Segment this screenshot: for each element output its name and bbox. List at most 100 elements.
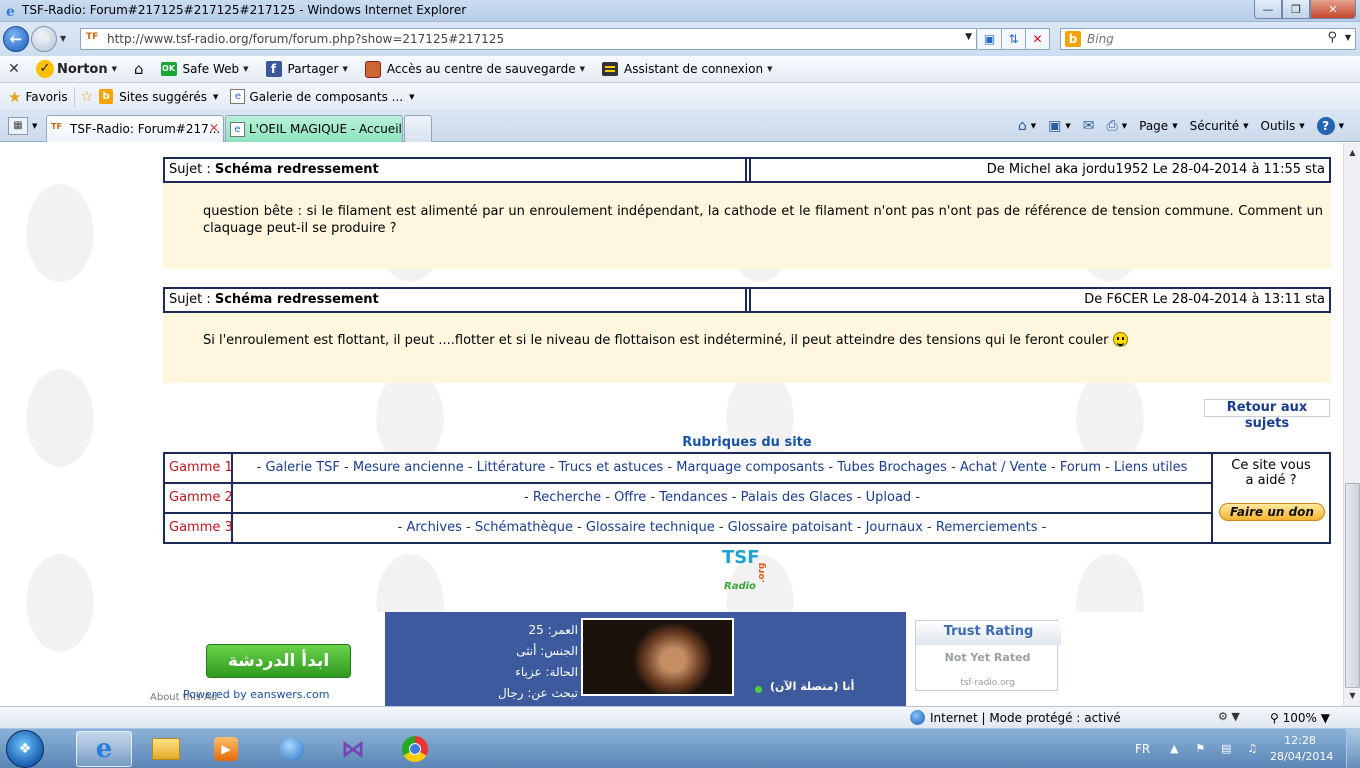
taskbar-chrome-button[interactable]	[387, 731, 443, 767]
post-body: Si l'enroulement est flottant, il peut .…	[203, 332, 1323, 349]
start-chat-button[interactable]: ابدأ الدردشة	[206, 644, 351, 678]
link-upload[interactable]: Upload	[866, 490, 912, 505]
bing-icon: b	[1065, 31, 1081, 47]
link-forum[interactable]: Forum	[1060, 460, 1101, 475]
vertical-scrollbar[interactable]: ▲ ▼	[1343, 143, 1360, 706]
address-url[interactable]: http://www.tsf-radio.org/forum/forum.php…	[107, 32, 504, 46]
powered-by-link[interactable]: Powered by eanswers.com	[183, 688, 329, 701]
maximize-button[interactable]: ❐	[1282, 0, 1310, 19]
language-indicator[interactable]: FR	[1135, 742, 1150, 756]
scroll-up-icon[interactable]: ▲	[1345, 145, 1360, 161]
security-menu[interactable]: Sécurité ▼	[1190, 119, 1249, 133]
tab-tsf-radio-forum[interactable]: TF TSF-Radio: Forum#217... ✕	[46, 115, 224, 142]
start-button[interactable]: ❖	[6, 730, 44, 768]
link-marquage-composants[interactable]: Marquage composants	[676, 460, 824, 475]
windows-taskbar: ❖ e ▶ ⋈ FR ▲ ⚑ ▤ ♫ 12:28 28/04/2014	[0, 728, 1360, 768]
network-icon	[280, 737, 304, 761]
ad-profile-panel[interactable]: العمر: 25 الجنس: أنثى الحالة: عزباء تبحث…	[385, 612, 906, 706]
address-bar[interactable]: TF http://www.tsf-radio.org/forum/forum.…	[80, 28, 977, 50]
stop-button[interactable]: ✕	[1026, 28, 1050, 50]
system-clock[interactable]: 12:28 28/04/2014	[1270, 733, 1333, 765]
action-center-icon[interactable]: ⚑	[1192, 742, 1208, 756]
new-tab-button[interactable]	[404, 115, 432, 142]
backup-center-menu[interactable]: Accès au centre de sauvegarde ▼	[357, 56, 594, 83]
donate-button[interactable]: Faire un don	[1219, 503, 1325, 521]
favorites-star-icon: ★	[8, 87, 22, 106]
share-menu[interactable]: f Partager ▼	[258, 56, 357, 83]
mail-button[interactable]: ✉	[1083, 118, 1095, 134]
compatibility-view-button[interactable]: ▣	[978, 28, 1002, 50]
add-favorite-icon[interactable]: ☆	[81, 89, 94, 105]
taskbar-media-player-button[interactable]: ▶	[198, 731, 254, 767]
donation-cell: Ce site vous a aidé ? Faire un don	[1211, 454, 1329, 542]
components-gallery-link[interactable]: Galerie de composants ...	[249, 90, 403, 104]
safe-web-menu[interactable]: OK Safe Web ▼	[153, 56, 258, 83]
norton-menu[interactable]: ✓ Norton ▼	[28, 56, 126, 83]
zoom-level[interactable]: ⚲ 100% ▼	[1270, 711, 1330, 725]
login-assistant-menu[interactable]: Assistant de connexion ▼	[594, 56, 781, 83]
link-schematheque[interactable]: Schémathèque	[475, 520, 573, 535]
close-toolbar-icon[interactable]: ✕	[0, 61, 28, 77]
print-menu[interactable]: ⎙ ▼	[1107, 118, 1128, 134]
taskbar-ie-button[interactable]: e	[76, 731, 132, 767]
suggested-sites-link[interactable]: Sites suggérés	[119, 90, 207, 104]
link-palais-glaces[interactable]: Palais des Glaces	[741, 490, 853, 505]
trust-rating-widget[interactable]: Trust Rating Not Yet Rated tsf-radio.org	[915, 620, 1061, 691]
help-menu[interactable]: ? ▼	[1316, 117, 1344, 135]
show-desktop-button[interactable]	[1346, 729, 1360, 768]
gallery-icon: e	[230, 89, 246, 104]
taskbar-visual-studio-button[interactable]: ⋈	[325, 731, 381, 767]
section-row-gamme-1: Gamme 1 - Galerie TSF - Mesure ancienne …	[165, 454, 1211, 484]
feeds-menu[interactable]: ▣ ▼	[1048, 118, 1071, 134]
search-provider-dropdown[interactable]: ▼	[1345, 33, 1351, 42]
minimize-button[interactable]: —	[1254, 0, 1282, 19]
search-icon[interactable]: ⚲	[1327, 30, 1337, 45]
link-galerie-tsf[interactable]: Galerie TSF	[265, 460, 339, 475]
link-recherche[interactable]: Recherche	[533, 490, 601, 505]
taskbar-explorer-button[interactable]	[138, 731, 194, 767]
link-offre[interactable]: Offre	[614, 490, 646, 505]
scroll-down-icon[interactable]: ▼	[1345, 688, 1360, 704]
link-trucs-astuces[interactable]: Trucs et astuces	[558, 460, 663, 475]
tab-list-dropdown[interactable]: ▼	[32, 122, 37, 130]
close-window-button[interactable]: ✕	[1310, 0, 1356, 19]
link-tendances[interactable]: Tendances	[659, 490, 727, 505]
link-mesure-ancienne[interactable]: Mesure ancienne	[353, 460, 464, 475]
tools-menu[interactable]: Outils ▼	[1261, 119, 1305, 133]
forward-button[interactable]: →	[31, 26, 57, 52]
link-litterature[interactable]: Littérature	[477, 460, 546, 475]
volume-icon[interactable]: ♫	[1244, 742, 1260, 756]
show-hidden-icons-icon[interactable]: ▲	[1166, 742, 1182, 756]
close-tab-icon[interactable]: ✕	[209, 121, 219, 135]
tab-oeil-magique[interactable]: e L'OEIL MAGIQUE - Accueil	[225, 115, 403, 142]
page-menu[interactable]: Page ▼	[1139, 119, 1177, 133]
history-dropdown[interactable]: ▼	[60, 34, 66, 43]
facebook-icon: f	[265, 61, 282, 77]
search-input[interactable]	[1087, 31, 1327, 47]
stop-icon: ✕	[1032, 32, 1043, 46]
security-zone[interactable]: Internet | Mode protégé : activé	[930, 711, 1121, 725]
scrollbar-thumb[interactable]	[1345, 483, 1360, 688]
link-glossaire-patoisant[interactable]: Glossaire patoisant	[728, 520, 853, 535]
refresh-button[interactable]: ⇅	[1002, 28, 1026, 50]
status-tools-icon[interactable]: ⚙ ▼	[1218, 710, 1240, 723]
link-liens-utiles[interactable]: Liens utiles	[1114, 460, 1187, 475]
back-to-topics-button[interactable]: Retour aux sujets	[1204, 399, 1330, 431]
back-button[interactable]: ←	[3, 26, 29, 52]
magnifier-icon: ⚲	[1270, 711, 1279, 725]
profile-photo[interactable]	[581, 618, 734, 696]
search-box[interactable]: b ⚲ ▼	[1060, 28, 1356, 50]
link-glossaire-technique[interactable]: Glossaire technique	[586, 520, 715, 535]
address-dropdown[interactable]: ▼	[965, 32, 972, 42]
link-tubes-brochages[interactable]: Tubes Brochages	[837, 460, 947, 475]
link-remerciements[interactable]: Remerciements	[936, 520, 1038, 535]
link-journaux[interactable]: Journaux	[866, 520, 923, 535]
quick-tabs-button[interactable]: ▦	[8, 117, 28, 135]
favorites-button[interactable]: Favoris	[25, 90, 67, 104]
network-tray-icon[interactable]: ▤	[1218, 742, 1234, 756]
link-achat-vente[interactable]: Achat / Vente	[960, 460, 1047, 475]
taskbar-network-button[interactable]	[264, 731, 320, 767]
link-archives[interactable]: Archives	[406, 520, 461, 535]
home-menu[interactable]: ⌂ ▼	[1018, 118, 1036, 134]
home-button[interactable]: ⌂	[126, 56, 153, 83]
